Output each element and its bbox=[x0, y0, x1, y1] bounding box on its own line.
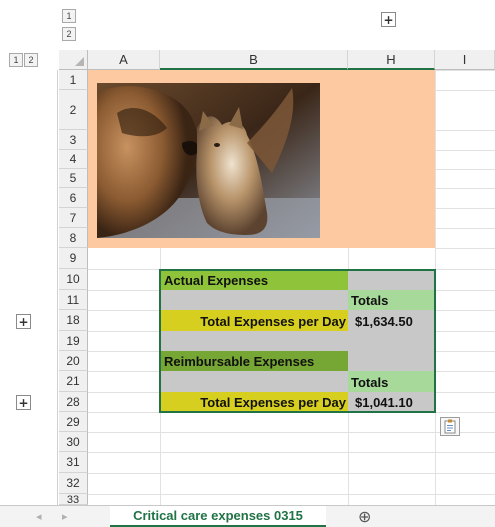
paste-options-icon[interactable] bbox=[440, 417, 460, 436]
row-header-5[interactable]: 5 bbox=[59, 169, 88, 188]
dog-and-cat-photo[interactable] bbox=[97, 83, 320, 238]
reimbursable-expenses-label: Reimbursable Expenses bbox=[164, 354, 315, 369]
expand-rows-21-28-button[interactable]: + bbox=[16, 395, 31, 410]
row-header-4[interactable]: 4 bbox=[59, 150, 88, 169]
total-per-day-label-1: Total Expenses per Day bbox=[200, 314, 346, 329]
gridline-i-2 bbox=[435, 90, 495, 91]
gridline-i-6 bbox=[435, 188, 495, 189]
gridline-row-33 bbox=[88, 494, 495, 495]
tab-scroll-right-icon[interactable]: ▸ bbox=[62, 510, 68, 523]
total-value-2: $1,041.10 bbox=[355, 395, 413, 410]
column-header-b[interactable]: B bbox=[160, 50, 348, 70]
gridline-i-1 bbox=[435, 70, 495, 71]
total-per-day-label-2: Total Expenses per Day bbox=[200, 395, 346, 410]
row-header-31[interactable]: 31 bbox=[59, 452, 88, 473]
column-header-i[interactable]: I bbox=[435, 50, 495, 70]
cell-h10-fill bbox=[348, 270, 435, 290]
select-all-triangle-icon bbox=[75, 57, 84, 66]
gridline-i-5 bbox=[435, 169, 495, 170]
totals-header-2: Totals bbox=[351, 375, 389, 390]
row-header-21[interactable]: 21 bbox=[59, 371, 88, 392]
row-header-7[interactable]: 7 bbox=[59, 208, 88, 228]
row-outline-level-1-button[interactable]: 1 bbox=[9, 53, 23, 67]
sheet-tab-critical-care[interactable]: Critical care expenses 0315 bbox=[110, 506, 326, 527]
cell-b11-fill bbox=[160, 290, 348, 310]
gridline-i-7 bbox=[435, 208, 495, 209]
gridline-i-3 bbox=[435, 130, 495, 131]
expand-columns-button[interactable]: + bbox=[381, 12, 396, 27]
row-header-9[interactable]: 9 bbox=[59, 248, 88, 269]
row-header-11[interactable]: 11 bbox=[59, 290, 88, 310]
expand-rows-11-18-button[interactable]: + bbox=[16, 314, 31, 329]
cell-b21-fill bbox=[160, 371, 348, 392]
column-outline-level-2-button[interactable]: 2 bbox=[62, 27, 76, 41]
row-header-19[interactable]: 19 bbox=[59, 331, 88, 351]
gridline-i-4 bbox=[435, 150, 495, 151]
row-header-20[interactable]: 20 bbox=[59, 351, 88, 371]
gridline-row-30 bbox=[88, 432, 495, 433]
row-header-29[interactable]: 29 bbox=[59, 412, 88, 432]
gridline-i-8 bbox=[435, 228, 495, 229]
row-header-1[interactable]: 1 bbox=[59, 70, 88, 90]
cell-h20-fill bbox=[348, 351, 435, 371]
column-outline-level-1-button[interactable]: 1 bbox=[62, 9, 76, 23]
row-header-6[interactable]: 6 bbox=[59, 188, 88, 208]
totals-header-1: Totals bbox=[351, 293, 389, 308]
clipboard-icon bbox=[444, 419, 456, 434]
gridline-i-9 bbox=[435, 248, 495, 249]
gridline-row-32 bbox=[88, 473, 495, 474]
tab-scroll-left-icon[interactable]: ◂ bbox=[36, 510, 42, 523]
row-header-18[interactable]: 18 bbox=[59, 310, 88, 331]
total-value-1: $1,634.50 bbox=[355, 314, 413, 329]
row-outline-level-2-button[interactable]: 2 bbox=[24, 53, 38, 67]
row-header-3[interactable]: 3 bbox=[59, 130, 88, 150]
gridline-row-31 bbox=[88, 452, 495, 453]
row-header-32[interactable]: 32 bbox=[59, 473, 88, 494]
row-header-28[interactable]: 28 bbox=[59, 392, 88, 412]
row-outline-gutter bbox=[57, 70, 58, 505]
row-header-30[interactable]: 30 bbox=[59, 432, 88, 452]
row-header-33[interactable]: 33 bbox=[59, 494, 88, 505]
row-header-8[interactable]: 8 bbox=[59, 228, 88, 248]
sheet-tab-bar: ◂ ▸ Critical care expenses 0315 ⊕ bbox=[0, 505, 495, 527]
actual-expenses-label: Actual Expenses bbox=[164, 273, 269, 288]
column-header-h[interactable]: H bbox=[348, 50, 435, 70]
cell-b19-fill bbox=[160, 331, 348, 351]
dog-and-cat-photo-graphic bbox=[97, 83, 320, 238]
row-header-10[interactable]: 10 bbox=[59, 269, 88, 290]
cell-h19-fill bbox=[348, 331, 435, 351]
gridline-col-i bbox=[435, 70, 436, 505]
add-sheet-icon[interactable]: ⊕ bbox=[358, 507, 371, 526]
gridline-row-29 bbox=[88, 412, 495, 413]
column-header-a[interactable]: A bbox=[88, 50, 160, 70]
select-all-corner[interactable] bbox=[59, 50, 88, 70]
row-header-2[interactable]: 2 bbox=[59, 90, 88, 130]
